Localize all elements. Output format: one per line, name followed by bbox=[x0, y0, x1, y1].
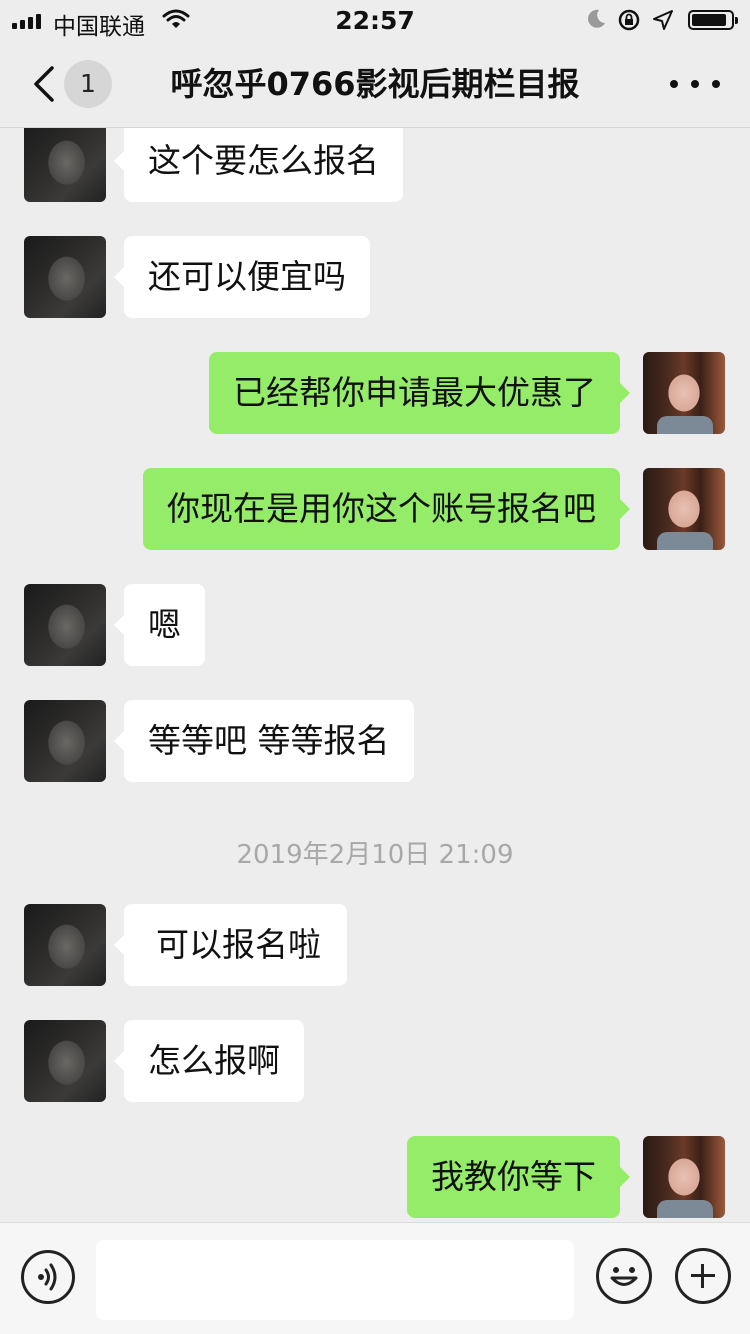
avatar[interactable] bbox=[24, 584, 106, 666]
avatar[interactable] bbox=[24, 904, 106, 986]
message-bubble[interactable]: 已经帮你申请最大优惠了 bbox=[209, 352, 630, 434]
avatar[interactable] bbox=[24, 236, 106, 318]
message-bubble[interactable]: 这个要怎么报名 bbox=[114, 128, 403, 202]
voice-icon[interactable] bbox=[21, 1250, 75, 1304]
message-bubble[interactable]: 可以报名啦 bbox=[114, 904, 347, 986]
message-item: 嗯 bbox=[0, 584, 750, 666]
message-item: 这个要怎么报名 bbox=[0, 128, 750, 202]
avatar[interactable] bbox=[24, 700, 106, 782]
message-bubble[interactable]: 我教你等下 bbox=[407, 1136, 630, 1218]
message-bubble[interactable]: 嗯 bbox=[114, 584, 205, 666]
plus-icon[interactable] bbox=[675, 1248, 731, 1304]
message-bubble[interactable]: 怎么报啊 bbox=[114, 1020, 304, 1102]
page-title: 呼忽乎0766影视后期栏目报 bbox=[170, 65, 580, 103]
message-item: 我教你等下 bbox=[0, 1136, 750, 1218]
message-item: 等等吧 等等报名 bbox=[0, 700, 750, 782]
message-input[interactable] bbox=[96, 1240, 574, 1320]
chat-header: 1 呼忽乎0766影视后期栏目报 bbox=[0, 40, 750, 128]
message-timestamp: 2019年2月10日 21:09 bbox=[236, 840, 514, 870]
avatar[interactable] bbox=[643, 352, 725, 434]
avatar[interactable] bbox=[643, 468, 725, 550]
battery-icon bbox=[688, 10, 738, 30]
chevron-left-icon[interactable] bbox=[26, 62, 66, 106]
message-item: 还可以便宜吗 bbox=[0, 236, 750, 318]
emoji-icon[interactable] bbox=[596, 1248, 652, 1304]
message-bubble[interactable]: 你现在是用你这个账号报名吧 bbox=[143, 468, 630, 550]
input-bar bbox=[0, 1222, 750, 1334]
message-item: 你现在是用你这个账号报名吧 bbox=[0, 468, 750, 550]
unread-badge[interactable]: 1 bbox=[64, 60, 112, 108]
location-icon bbox=[652, 9, 674, 35]
avatar[interactable] bbox=[643, 1136, 725, 1218]
more-dots-icon[interactable] bbox=[670, 62, 720, 106]
message-list[interactable]: 这个要怎么报名 还可以便宜吗 已经帮你申请最大优惠了 你现在是用你这个账号报名吧… bbox=[0, 128, 750, 1222]
message-item: 可以报名啦 bbox=[0, 904, 750, 986]
avatar[interactable] bbox=[24, 1020, 106, 1102]
message-bubble[interactable]: 还可以便宜吗 bbox=[114, 236, 370, 318]
message-bubble[interactable]: 等等吧 等等报名 bbox=[114, 700, 414, 782]
message-item: 怎么报啊 bbox=[0, 1020, 750, 1102]
avatar[interactable] bbox=[24, 128, 106, 202]
moon-icon bbox=[585, 8, 607, 34]
message-item: 已经帮你申请最大优惠了 bbox=[0, 352, 750, 434]
rotation-lock-icon bbox=[617, 8, 641, 36]
status-bar: 中国联通 22:57 bbox=[0, 0, 750, 40]
